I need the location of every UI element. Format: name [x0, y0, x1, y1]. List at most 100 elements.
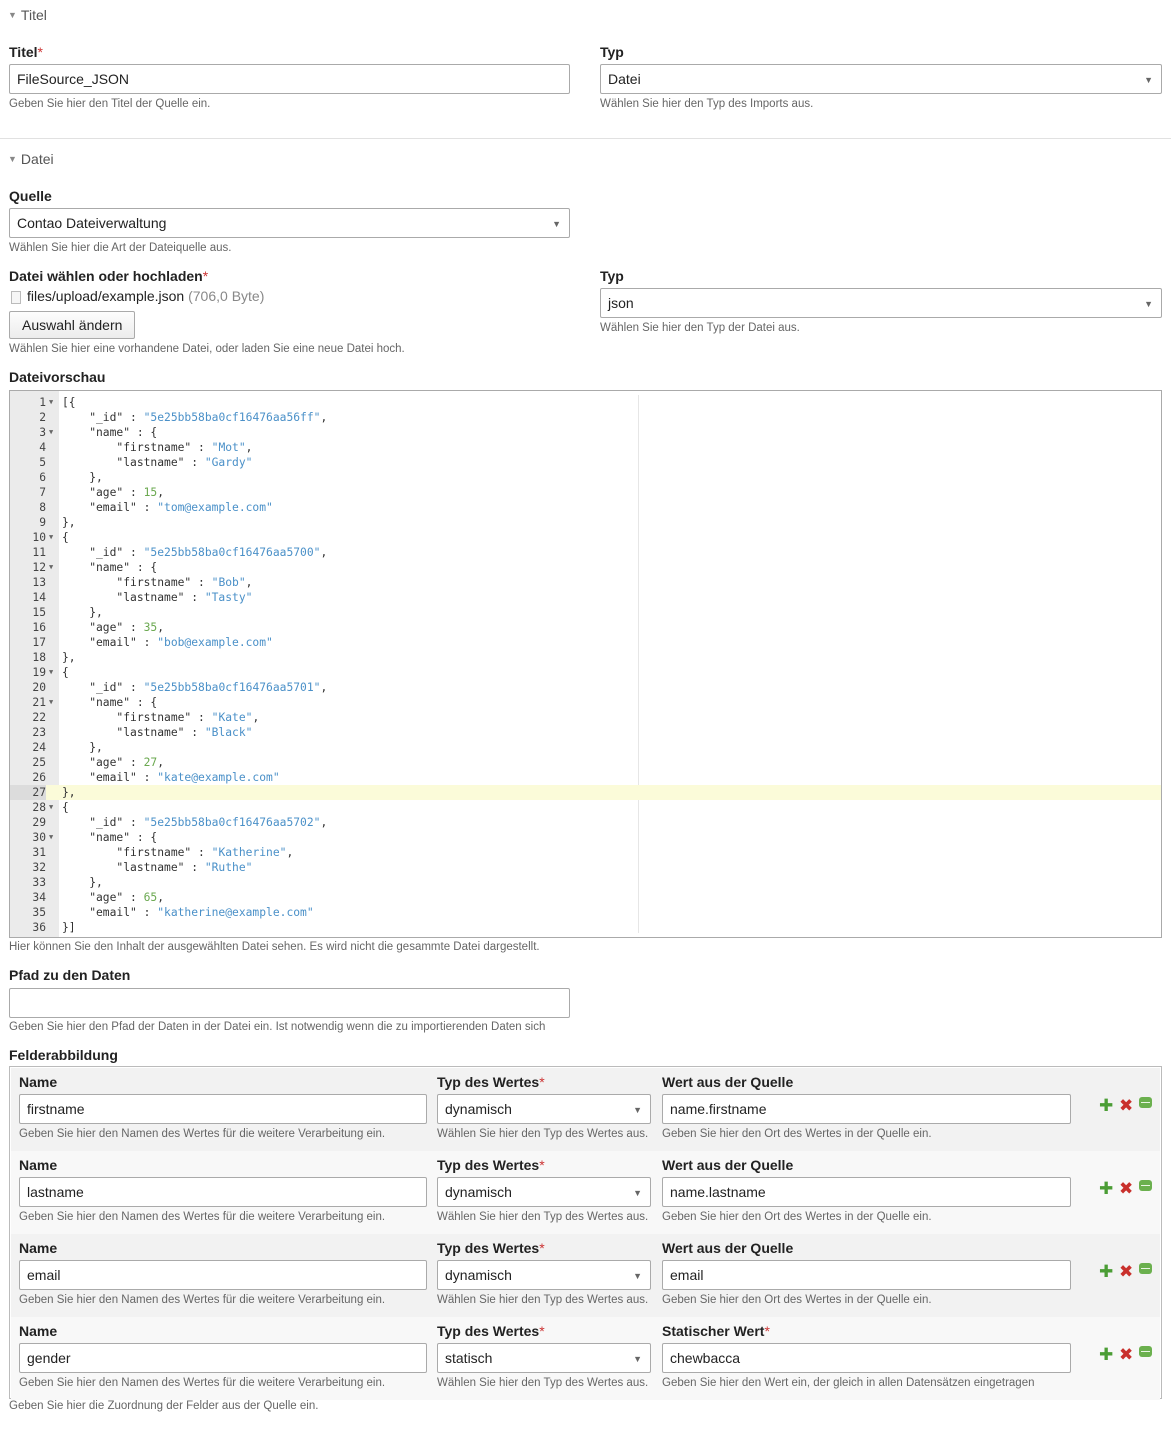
code-text: }] — [62, 921, 76, 934]
code-text: [{ — [62, 396, 76, 409]
fold-arrow-icon[interactable]: ▼ — [49, 530, 57, 545]
plus-icon[interactable]: ✚ — [1099, 1097, 1113, 1114]
mapping-name-input[interactable]: email — [19, 1260, 427, 1290]
drag-handle-icon[interactable] — [1139, 1344, 1152, 1357]
mapping-type-help: Wählen Sie hier den Typ des Wertes aus. — [437, 1294, 649, 1306]
code-line: 3 ▼ "name" : { — [10, 425, 1161, 440]
type-label: Typ — [600, 44, 624, 60]
line-number: 21 — [32, 696, 46, 709]
code-line: 26 "email" : "kate@example.com" — [10, 770, 1161, 785]
line-number: 34 — [32, 891, 46, 904]
code-line: 33 }, — [10, 875, 1161, 890]
drag-handle-icon[interactable] — [1139, 1095, 1152, 1108]
mapping-type-select[interactable]: dynamisch — [437, 1260, 651, 1290]
mapping-name-help: Geben Sie hier den Namen des Wertes für … — [19, 1377, 386, 1389]
code-line: 1 ▼ [{ — [10, 395, 1161, 410]
mapping-label: Felderabbildung — [9, 1047, 118, 1063]
mapping-type-select[interactable]: statisch — [437, 1343, 651, 1373]
delete-icon[interactable]: ✖ — [1119, 1346, 1133, 1363]
code-line: 9}, — [10, 515, 1161, 530]
mapping-row: Name firstname Geben Sie hier den Namen de… — [11, 1068, 1160, 1151]
mapping-value-input[interactable]: name.firstname — [662, 1094, 1071, 1124]
line-number: 14 — [32, 591, 46, 604]
fold-arrow-icon[interactable]: ▼ — [49, 830, 57, 845]
mapping-type-select[interactable]: dynamisch — [437, 1177, 651, 1207]
source-select[interactable]: Contao Dateiverwaltung — [9, 208, 570, 238]
code-text: }, — [62, 471, 103, 484]
line-number: 13 — [32, 576, 46, 589]
code-line: 18}, — [10, 650, 1161, 665]
mapping-value-input[interactable]: chewbacca — [662, 1343, 1071, 1373]
data-path-input[interactable] — [9, 988, 570, 1018]
line-number: 25 — [32, 756, 46, 769]
code-text: { — [62, 531, 69, 544]
code-line: 7 "age" : 15, — [10, 485, 1161, 500]
mapping-name-input[interactable]: firstname — [19, 1094, 427, 1124]
preview-label: Dateivorschau — [9, 369, 106, 385]
preview-help: Hier können Sie den Inhalt der ausgewähl… — [9, 941, 540, 953]
file-preview-editor[interactable]: 1 ▼[{2 "_id" : "5e25bb58ba0cf16476aa56ff"… — [9, 390, 1162, 938]
code-text: }, — [62, 606, 103, 619]
collapse-triangle-icon: ▼ — [8, 154, 17, 164]
code-text: "firstname" : "Katherine", — [62, 846, 294, 859]
file-path: files/upload/example.json — [27, 288, 185, 304]
line-number: 19 — [32, 666, 46, 679]
fold-arrow-icon[interactable]: ▼ — [49, 425, 57, 440]
section-legend-file[interactable]: ▼ Datei — [8, 151, 54, 167]
code-text: "email" : "kate@example.com" — [62, 771, 280, 784]
code-text: "email" : "tom@example.com" — [62, 501, 273, 514]
mapping-type-select[interactable]: dynamisch — [437, 1094, 651, 1124]
section-legend-title[interactable]: ▼ Titel — [8, 7, 47, 23]
code-text: "name" : { — [62, 696, 158, 709]
section-divider — [0, 138, 1171, 139]
plus-icon[interactable]: ✚ — [1099, 1263, 1113, 1280]
mapping-value-help: Geben Sie hier den Ort des Wertes in der… — [662, 1294, 932, 1306]
source-help: Wählen Sie hier die Art der Dateiquelle … — [9, 242, 232, 254]
code-text: { — [62, 801, 69, 814]
type-select[interactable]: Datei — [600, 64, 1162, 94]
code-line: 16 "age" : 35, — [10, 620, 1161, 635]
file-icon — [11, 291, 21, 304]
line-number: 6 — [39, 471, 46, 484]
field-mapping-wizard: Name firstname Geben Sie hier den Namen de… — [9, 1066, 1162, 1400]
line-number: 10 — [32, 531, 46, 544]
code-line: 32 "lastname" : "Ruthe" — [10, 860, 1161, 875]
mapping-name-input[interactable]: gender — [19, 1343, 427, 1373]
code-text: "firstname" : "Mot", — [62, 441, 253, 454]
code-line: 4 "firstname" : "Mot", — [10, 440, 1161, 455]
drag-handle-icon[interactable] — [1139, 1261, 1152, 1274]
file-label: Datei wählen oder hochladen* — [9, 268, 209, 284]
file-size: (706,0 Byte) — [188, 288, 265, 304]
mapping-value-input[interactable]: email — [662, 1260, 1071, 1290]
code-text: "lastname" : "Black" — [62, 726, 253, 739]
title-input[interactable]: FileSource_JSON — [9, 64, 570, 94]
fold-arrow-icon[interactable]: ▼ — [49, 800, 57, 815]
mapping-type-label: Typ des Wertes* — [437, 1323, 545, 1339]
legend-text: Titel — [20, 7, 47, 23]
mapping-value-input[interactable]: name.lastname — [662, 1177, 1071, 1207]
line-number: 31 — [32, 846, 46, 859]
change-selection-button[interactable]: Auswahl ändern — [9, 311, 136, 339]
delete-icon[interactable]: ✖ — [1119, 1180, 1133, 1197]
delete-icon[interactable]: ✖ — [1119, 1263, 1133, 1280]
line-number: 5 — [39, 456, 46, 469]
fold-arrow-icon[interactable]: ▼ — [49, 665, 57, 680]
fold-arrow-icon[interactable]: ▼ — [49, 395, 57, 410]
line-number: 3 — [39, 426, 46, 439]
plus-icon[interactable]: ✚ — [1099, 1180, 1113, 1197]
mapping-help: Geben Sie hier die Zuordnung der Felder … — [9, 1400, 319, 1412]
code-line: 10 ▼ { — [10, 530, 1161, 545]
mapping-name-help: Geben Sie hier den Namen des Wertes für … — [19, 1211, 386, 1223]
delete-icon[interactable]: ✖ — [1119, 1097, 1133, 1114]
mapping-value-label: Wert aus der Quelle — [662, 1240, 794, 1256]
line-number: 30 — [32, 831, 46, 844]
code-line: 21 ▼ "name" : { — [10, 695, 1161, 710]
fold-arrow-icon[interactable]: ▼ — [49, 695, 57, 710]
filetype-select[interactable]: json — [600, 288, 1162, 318]
mapping-name-input[interactable]: lastname — [19, 1177, 427, 1207]
fold-arrow-icon[interactable]: ▼ — [49, 560, 57, 575]
drag-handle-icon[interactable] — [1139, 1178, 1152, 1191]
mapping-type-help: Wählen Sie hier den Typ des Wertes aus. — [437, 1377, 649, 1389]
plus-icon[interactable]: ✚ — [1099, 1346, 1113, 1363]
code-line: 22 "firstname" : "Kate", — [10, 710, 1161, 725]
